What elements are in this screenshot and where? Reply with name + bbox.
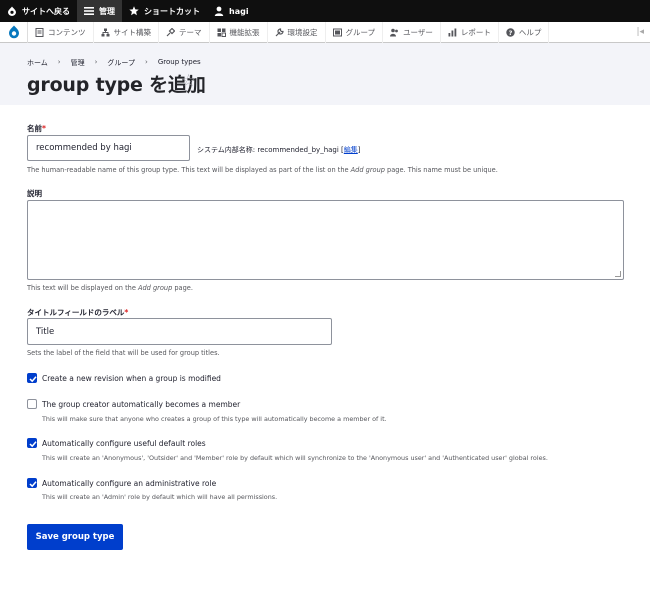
admin-role-description: This will create an 'Admin' role by defa… bbox=[42, 493, 278, 501]
title-label-description: Sets the label of the field that will be… bbox=[27, 349, 220, 357]
people-icon bbox=[390, 28, 398, 36]
default-roles-description: This will create an 'Anonymous', 'Outsid… bbox=[42, 454, 548, 462]
menu-icon bbox=[84, 7, 94, 15]
creator-membership-checkbox[interactable] bbox=[27, 399, 37, 409]
default-roles-label[interactable]: Automatically configure useful default r… bbox=[42, 439, 206, 448]
resize-grip-icon[interactable] bbox=[615, 271, 621, 277]
tray-item-structure[interactable]: サイト構築 bbox=[94, 21, 159, 43]
structure-icon bbox=[101, 28, 109, 36]
add-shortcut-star-icon[interactable]: ☆ bbox=[181, 71, 196, 91]
tray-item-label: サイト構築 bbox=[113, 27, 152, 37]
new-revision-label[interactable]: Create a new revision when a group is mo… bbox=[42, 374, 221, 383]
checkmark-icon bbox=[29, 376, 37, 383]
tray-item-content[interactable]: コンテンツ bbox=[28, 21, 94, 43]
tray-item-config[interactable]: 環境設定 bbox=[268, 21, 326, 43]
manage-label: 管理 bbox=[99, 6, 115, 16]
machine-name-edit-link[interactable]: 編集 bbox=[344, 146, 358, 154]
breadcrumb-item-home[interactable]: ホーム bbox=[27, 58, 48, 68]
breadcrumb-item-group[interactable]: グループ bbox=[107, 58, 135, 68]
tray-item-label: 機能拡張 bbox=[229, 27, 260, 37]
description-textarea[interactable] bbox=[27, 200, 624, 280]
description-desc-text-end: page. bbox=[172, 284, 193, 292]
breadcrumb-separator: › bbox=[94, 58, 98, 66]
tray-item-reports[interactable]: レポート bbox=[441, 21, 499, 43]
user-tab[interactable]: hagi bbox=[207, 0, 256, 22]
back-to-site-link[interactable]: サイトへ戻る bbox=[0, 0, 77, 22]
breadcrumb-separator: › bbox=[145, 58, 148, 66]
page-title: group type を追加 bbox=[27, 74, 206, 96]
name-desc-text-end: page. This name must be unique. bbox=[384, 166, 498, 174]
description-desc-text: This text will be displayed on the bbox=[27, 284, 138, 292]
tray-orientation-toggle-icon[interactable]: |◂ bbox=[630, 27, 650, 37]
user-label: hagi bbox=[229, 6, 249, 16]
drupal-drop-icon bbox=[8, 6, 16, 16]
page-header: ホーム › 管理 › グループ › Group types group type… bbox=[0, 43, 650, 105]
description-label: 説明 bbox=[27, 189, 42, 198]
title-label-input-value: Title bbox=[36, 326, 55, 337]
tray-item-appearance[interactable]: テーマ bbox=[159, 21, 210, 43]
content-icon bbox=[35, 27, 44, 37]
new-revision-checkbox[interactable] bbox=[27, 373, 37, 383]
creator-membership-label[interactable]: The group creator automatically becomes … bbox=[42, 400, 240, 409]
title-label: タイトルフィールドのラベル* bbox=[27, 307, 128, 318]
admin-toolbar: サイトへ戻る 管理 ショートカット hagi bbox=[0, 0, 650, 22]
config-icon bbox=[275, 27, 284, 36]
breadcrumb: ホーム › 管理 › グループ › Group types bbox=[27, 58, 201, 68]
checkmark-icon bbox=[29, 441, 37, 448]
drupal-logo[interactable] bbox=[0, 21, 28, 43]
star-icon bbox=[129, 6, 139, 16]
reports-icon bbox=[448, 28, 457, 36]
tray-item-group[interactable]: グループ bbox=[326, 21, 384, 43]
title-label-input[interactable]: Title bbox=[27, 318, 332, 345]
extend-icon bbox=[217, 28, 226, 37]
breadcrumb-item-group-types[interactable]: Group types bbox=[158, 58, 201, 68]
tray-item-help[interactable]: ? ヘルプ bbox=[499, 21, 550, 43]
tray-item-label: 環境設定 bbox=[287, 27, 318, 37]
save-group-type-button[interactable]: Save group type bbox=[27, 524, 123, 550]
tray-item-label: テーマ bbox=[179, 27, 202, 37]
name-label: 名前* bbox=[27, 123, 46, 134]
tray-item-label: レポート bbox=[460, 27, 491, 37]
machine-name-text: システム内部名称: recommended_by_hagi [ bbox=[197, 146, 344, 154]
admin-role-checkbox[interactable] bbox=[27, 478, 37, 488]
checkmark-icon bbox=[29, 481, 37, 488]
name-desc-emphasis: Add group bbox=[350, 166, 385, 174]
required-marker: * bbox=[124, 308, 129, 317]
svg-text:?: ? bbox=[509, 28, 513, 36]
name-label-text: 名前 bbox=[27, 124, 42, 133]
tray-item-label: ヘルプ bbox=[518, 27, 542, 37]
user-icon bbox=[214, 6, 224, 16]
tray-item-people[interactable]: ユーザー bbox=[383, 21, 441, 43]
drupal-logo-icon bbox=[8, 25, 19, 39]
breadcrumb-item-admin[interactable]: 管理 bbox=[71, 58, 85, 68]
tray-item-label: ユーザー bbox=[403, 27, 433, 37]
tray-item-extend[interactable]: 機能拡張 bbox=[210, 21, 268, 43]
name-input[interactable]: recommended by hagi bbox=[27, 135, 190, 161]
tray-item-label: コンテンツ bbox=[48, 27, 86, 37]
tray-item-label: グループ bbox=[345, 27, 376, 37]
breadcrumb-separator: › bbox=[57, 58, 61, 66]
admin-role-label[interactable]: Automatically configure an administrativ… bbox=[42, 479, 216, 488]
name-input-value: recommended by hagi bbox=[36, 143, 132, 153]
manage-tab[interactable]: 管理 bbox=[77, 0, 122, 22]
group-icon bbox=[332, 28, 342, 36]
appearance-icon bbox=[166, 27, 175, 36]
name-description: The human-readable name of this group ty… bbox=[27, 166, 498, 174]
machine-name-close-bracket: ] bbox=[357, 146, 361, 154]
help-icon: ? bbox=[506, 27, 515, 36]
description-description: This text will be displayed on the Add g… bbox=[27, 284, 193, 292]
required-marker: * bbox=[42, 124, 46, 133]
shortcuts-label: ショートカット bbox=[144, 6, 200, 16]
back-to-site-label: サイトへ戻る bbox=[22, 6, 70, 16]
creator-membership-description: This will make sure that anyone who crea… bbox=[42, 415, 387, 423]
admin-tray: コンテンツ サイト構築 テーマ 機能拡張 環境設定 グループ ユーザー レポート… bbox=[0, 21, 650, 43]
description-desc-emphasis: Add group bbox=[137, 284, 173, 292]
title-label-text: タイトルフィールドのラベル bbox=[27, 308, 125, 317]
default-roles-checkbox[interactable] bbox=[27, 438, 37, 448]
shortcuts-tab[interactable]: ショートカット bbox=[122, 0, 207, 22]
name-desc-text: The human-readable name of this group ty… bbox=[27, 166, 351, 174]
machine-name: システム内部名称: recommended_by_hagi [編集] bbox=[197, 145, 361, 155]
